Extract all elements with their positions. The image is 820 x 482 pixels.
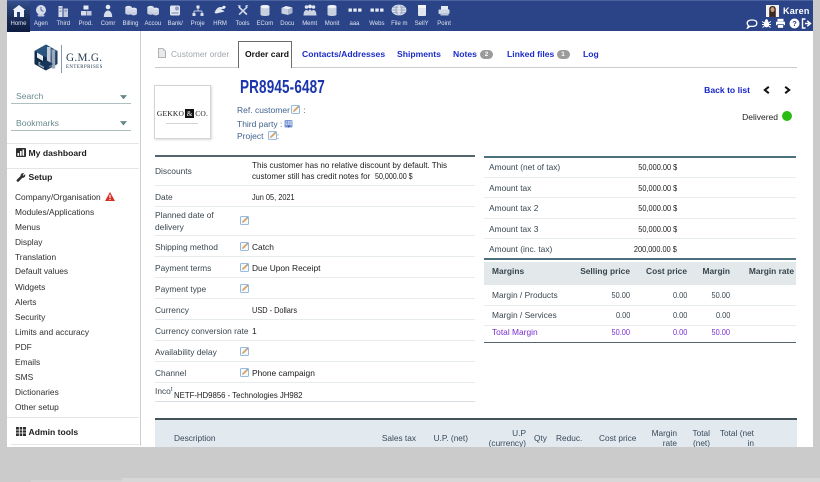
svg-text:?: ? bbox=[792, 19, 797, 28]
svg-text:ENTERPRISES: ENTERPRISES bbox=[66, 65, 103, 70]
svg-text:G.M.G.: G.M.G. bbox=[66, 52, 102, 64]
